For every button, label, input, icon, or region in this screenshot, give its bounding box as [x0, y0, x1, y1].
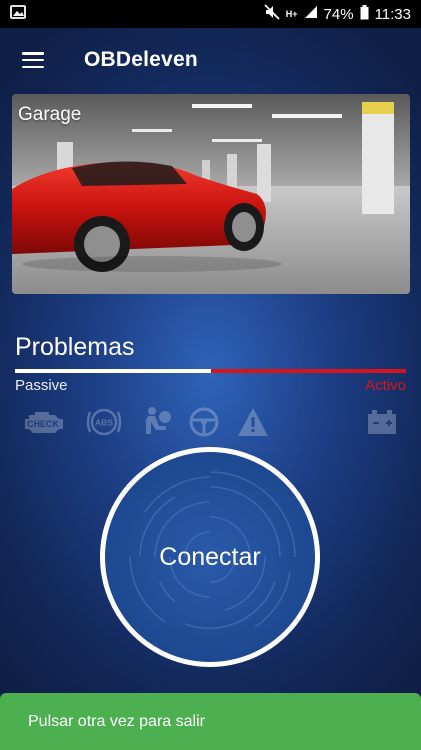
clock: 11:33 [374, 5, 411, 23]
passive-label: Passive [15, 377, 68, 394]
toast-text: Pulsar otra vez para salir [28, 712, 205, 730]
status-bar: H+ 74% 11:33 [0, 0, 421, 28]
app-title: OBDeleven [84, 48, 198, 71]
garage-label: Garage [18, 104, 82, 125]
battery-percent: 74% [323, 5, 354, 23]
abs-icon: ABS [84, 404, 124, 440]
app-bar: OBDeleven [0, 28, 421, 92]
connect-button[interactable]: Conectar [100, 447, 320, 667]
network-type: H+ [285, 9, 298, 19]
mute-icon [264, 4, 280, 24]
garage-card[interactable]: Garage [12, 94, 410, 294]
signal-icon [304, 5, 318, 23]
airbag-icon [140, 404, 174, 440]
active-label: Activo [365, 377, 406, 394]
svg-text:CHECK: CHECK [27, 419, 60, 429]
warning-icon [236, 404, 270, 440]
passive-bar [15, 369, 211, 373]
problems-title: Problemas [15, 333, 135, 361]
battery-status-icon [360, 4, 369, 24]
steering-icon [188, 404, 220, 440]
image-notification-icon [10, 4, 26, 24]
connect-label: Conectar [159, 542, 261, 571]
check-engine-icon: CHECK [23, 404, 67, 440]
svg-text:ABS: ABS [95, 418, 113, 428]
hamburger-menu-icon[interactable] [22, 52, 44, 68]
exit-toast: Pulsar otra vez para salir [0, 693, 421, 750]
battery-icon [366, 404, 398, 440]
active-bar [211, 369, 406, 373]
